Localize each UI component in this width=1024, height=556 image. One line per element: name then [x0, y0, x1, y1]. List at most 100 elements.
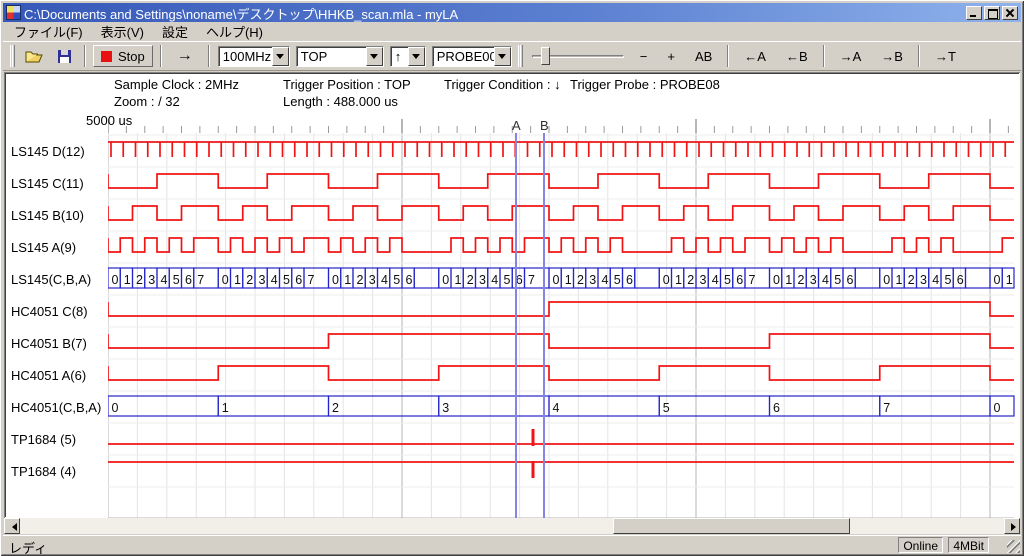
move-a-left-button[interactable]: ←A	[736, 45, 774, 67]
window-title: C:\Documents and Settings\noname\デスクトップ\…	[24, 3, 966, 23]
svg-text:2: 2	[687, 273, 694, 287]
svg-text:6: 6	[773, 401, 780, 415]
zoom-out-button[interactable]: −	[632, 45, 656, 67]
trigger-position-combo[interactable]: TOP	[296, 46, 384, 67]
toolbar: Stop → 100MHz TOP ↑ PROBE00 − + AB ←A	[3, 41, 1021, 71]
svg-text:5: 5	[504, 273, 511, 287]
channel-label-tp1684-4[interactable]: TP1684 (4)	[11, 464, 109, 479]
zoom-info: Zoom : / 32	[114, 94, 180, 109]
svg-text:3: 3	[442, 401, 449, 415]
svg-text:4: 4	[822, 273, 829, 287]
minimize-button[interactable]	[966, 6, 982, 20]
ab-button[interactable]: AB	[687, 45, 720, 67]
horizontal-scrollbar[interactable]	[4, 518, 1020, 534]
cursor-b[interactable]: B	[540, 118, 549, 518]
channel-label-ls145-b-10[interactable]: LS145 B(10)	[11, 208, 109, 223]
run-button[interactable]: →	[169, 45, 201, 67]
trigger-condition-info: Trigger Condition : ↓	[444, 77, 561, 92]
svg-text:5: 5	[945, 273, 952, 287]
save-button[interactable]	[52, 45, 77, 67]
channel-label-hc4051-c-b-a[interactable]: HC4051(C,B,A)	[11, 400, 109, 415]
svg-text:1: 1	[896, 273, 903, 287]
waveform-hc4051-c-8	[108, 302, 1014, 316]
channel-label-ls145-d-12[interactable]: LS145 D(12)	[11, 144, 109, 159]
svg-text:4: 4	[712, 273, 719, 287]
goto-trigger-button[interactable]: →T	[927, 45, 964, 67]
channel-label-hc4051-a-6[interactable]: HC4051 A(6)	[11, 368, 109, 383]
svg-text:6: 6	[295, 273, 302, 287]
probe-value: PROBE00	[433, 47, 494, 66]
trigger-edge-value: ↑	[391, 47, 408, 66]
svg-text:0: 0	[663, 273, 670, 287]
svg-text:A: A	[512, 118, 521, 133]
open-folder-icon	[25, 49, 43, 64]
svg-text:4: 4	[381, 273, 388, 287]
move-b-right-button[interactable]: →B	[873, 45, 911, 67]
titlebar[interactable]: C:\Documents and Settings\noname\デスクトップ\…	[3, 3, 1021, 22]
channel-label-tp1684-5[interactable]: TP1684 (5)	[11, 432, 109, 447]
menu-settings[interactable]: 設定	[153, 21, 197, 42]
svg-text:6: 6	[957, 273, 964, 287]
svg-text:2: 2	[798, 273, 805, 287]
stop-button[interactable]: Stop	[93, 45, 153, 67]
move-b-left-button[interactable]: ←B	[778, 45, 816, 67]
svg-text:1: 1	[234, 273, 241, 287]
trigger-probe-info: Trigger Probe : PROBE08	[570, 77, 720, 92]
toolbar-gripper	[518, 45, 523, 67]
svg-text:0: 0	[112, 273, 119, 287]
channel-label-ls145-c-b-a[interactable]: LS145(C,B,A)	[11, 272, 109, 287]
zoom-in-button[interactable]: +	[659, 45, 683, 67]
resize-grip[interactable]	[1007, 540, 1020, 553]
svg-text:4: 4	[553, 401, 560, 415]
waveform-ls145-d-12	[108, 142, 1014, 157]
toolbar-separator	[727, 45, 729, 67]
svg-text:3: 3	[589, 273, 596, 287]
channel-label-hc4051-c-8[interactable]: HC4051 C(8)	[11, 304, 109, 319]
move-a-right-button[interactable]: →A	[832, 45, 870, 67]
svg-text:0: 0	[442, 273, 449, 287]
chevron-down-icon[interactable]	[494, 47, 511, 66]
chevron-down-icon[interactable]	[366, 47, 383, 66]
svg-text:5: 5	[173, 273, 180, 287]
menu-help[interactable]: ヘルプ(H)	[197, 21, 272, 42]
scrollbar-thumb[interactable]	[613, 518, 850, 534]
svg-text:2: 2	[246, 273, 253, 287]
svg-text:4: 4	[271, 273, 278, 287]
svg-text:3: 3	[810, 273, 817, 287]
zoom-slider[interactable]	[532, 45, 624, 67]
chevron-down-icon[interactable]	[408, 47, 425, 66]
menu-view[interactable]: 表示(V)	[92, 21, 153, 42]
waveform-ls145-b-10	[108, 206, 1014, 220]
clock-combo[interactable]: 100MHz	[218, 46, 290, 67]
close-button[interactable]	[1002, 6, 1018, 20]
svg-text:5: 5	[283, 273, 290, 287]
scroll-left-button[interactable]	[4, 518, 20, 534]
slider-thumb[interactable]	[541, 47, 550, 65]
maximize-button[interactable]	[984, 6, 1000, 20]
svg-text:3: 3	[700, 273, 707, 287]
probe-combo[interactable]: PROBE00	[432, 46, 512, 67]
waveform-tp1684-5	[108, 429, 1014, 446]
svg-text:4: 4	[161, 273, 168, 287]
channel-label-ls145-a-9[interactable]: LS145 A(9)	[11, 240, 109, 255]
toolbar-separator	[160, 45, 162, 67]
clock-value: 100MHz	[219, 47, 272, 66]
waveform-tp1684-4	[108, 461, 1014, 478]
waveform-hc4051-b-7	[108, 334, 1014, 348]
trigger-edge-combo[interactable]: ↑	[390, 46, 426, 67]
waveform-ls145-c-11	[108, 174, 1014, 188]
svg-text:2: 2	[908, 273, 915, 287]
svg-text:1: 1	[455, 273, 462, 287]
waveform-ls145-c-b-a: 0123456701234567012345601234567012345601…	[108, 268, 1014, 288]
chevron-down-icon[interactable]	[272, 47, 289, 66]
channel-label-hc4051-b-7[interactable]: HC4051 B(7)	[11, 336, 109, 351]
close-icon	[1003, 7, 1017, 19]
svg-text:5: 5	[834, 273, 841, 287]
memory-status-badge: 4MBit	[948, 537, 989, 553]
channel-label-ls145-c-11[interactable]: LS145 C(11)	[11, 176, 109, 191]
open-button[interactable]	[20, 45, 48, 67]
svg-text:1: 1	[1006, 273, 1013, 287]
scroll-right-button[interactable]	[1004, 518, 1020, 534]
svg-text:0: 0	[332, 273, 339, 287]
menu-file[interactable]: ファイル(F)	[5, 21, 92, 42]
